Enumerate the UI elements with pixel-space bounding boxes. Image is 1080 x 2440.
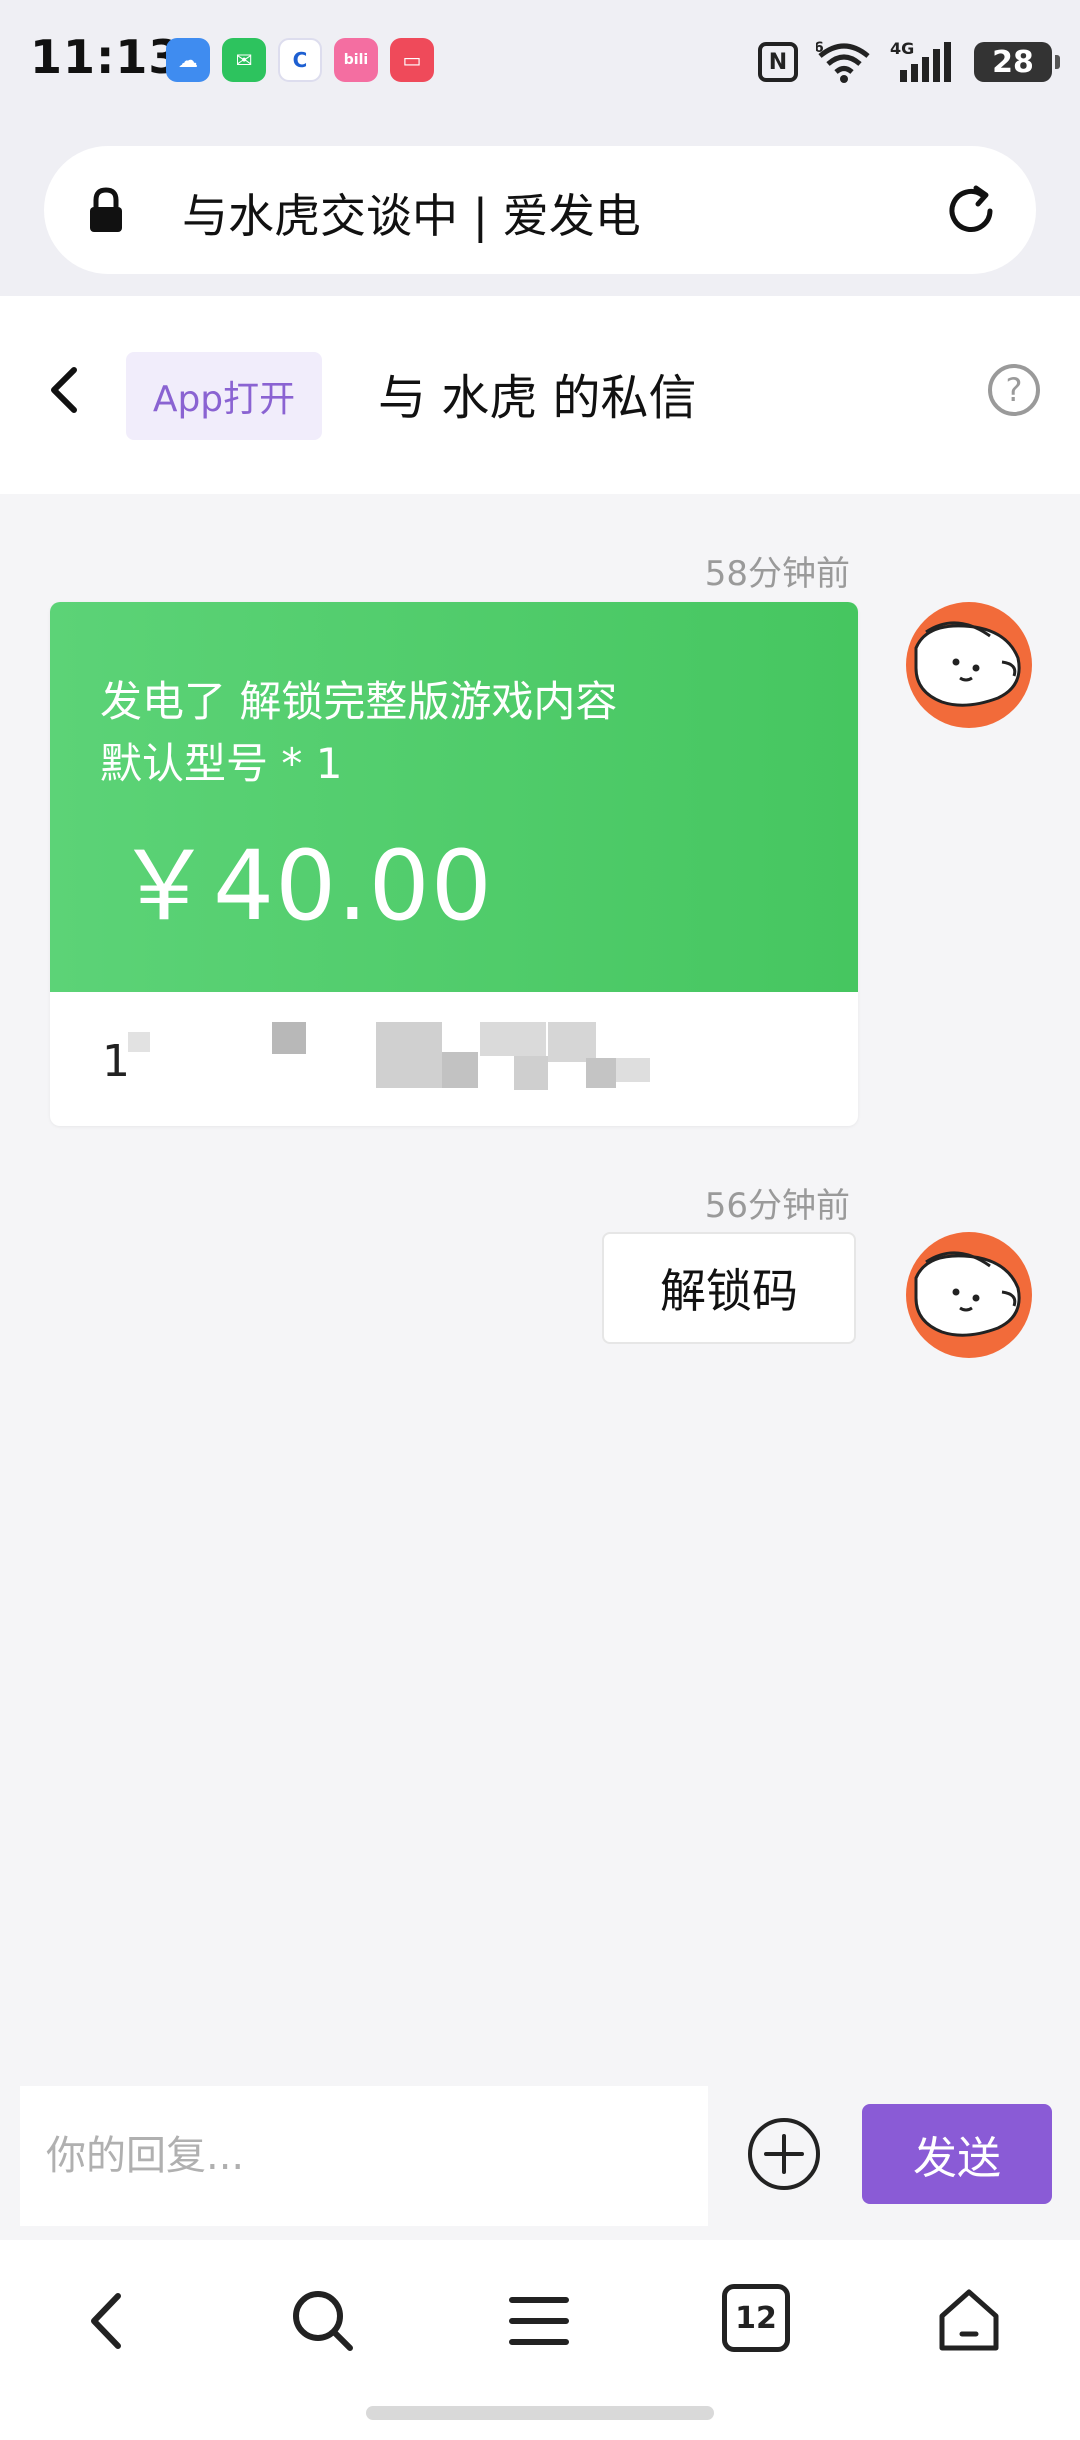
lock-icon: [90, 187, 122, 232]
nfc-icon: N: [758, 42, 798, 82]
browser-app-icon: C: [278, 38, 322, 82]
wifi-badge: 6: [816, 40, 824, 56]
book-app-icon: ▭: [390, 38, 434, 82]
weather-app-icon: ☁: [166, 38, 210, 82]
add-attachment-icon[interactable]: [746, 2116, 822, 2192]
order-price: ￥40.00: [116, 830, 493, 942]
status-bar: 11:13 ☁ ✉ C bili ▭ N 6 4G 28: [0, 0, 1080, 130]
avatar-face-icon: [914, 621, 1021, 707]
url-bar[interactable]: 与水虎交谈中 | 爱发电: [44, 146, 1036, 274]
browser-url-area: 与水虎交谈中 | 爱发电: [0, 130, 1080, 296]
tabs-count-button[interactable]: 12: [722, 2284, 790, 2352]
order-code-prefix: 1: [102, 1036, 130, 1087]
wechat-app-icon: ✉: [222, 38, 266, 82]
avatar[interactable]: [906, 1232, 1032, 1358]
order-summary: 发电了 解锁完整版游戏内容 默认型号 * 1 ￥40.00: [50, 602, 858, 992]
network-label: 4G: [890, 40, 914, 58]
avatar[interactable]: [906, 602, 1032, 728]
message-timestamp: 58分钟前: [704, 554, 850, 594]
help-icon[interactable]: ?: [986, 362, 1042, 418]
page-header: App打开 与 水虎 的私信 ?: [0, 296, 1080, 494]
search-icon[interactable]: [286, 2284, 360, 2358]
status-time: 11:13: [30, 30, 182, 84]
menu-icon[interactable]: [502, 2284, 576, 2358]
order-description: 发电了 解锁完整版游戏内容: [100, 677, 618, 726]
url-title: 与水虎交谈中 | 爱发电: [182, 189, 641, 243]
home-icon[interactable]: [932, 2284, 1006, 2358]
page-title: 与 水虎 的私信: [378, 370, 697, 426]
send-button[interactable]: 发送: [862, 2104, 1052, 2204]
avatar-face-icon: [914, 1251, 1021, 1337]
back-arrow-icon[interactable]: [40, 362, 90, 418]
message-bubble[interactable]: 解锁码: [602, 1232, 856, 1344]
cellular-signal-icon: 4G: [890, 40, 951, 82]
nav-back-icon[interactable]: [72, 2284, 146, 2358]
order-card[interactable]: 发电了 解锁完整版游戏内容 默认型号 * 1 ￥40.00 1: [50, 602, 858, 1126]
order-quantity: 默认型号 * 1: [100, 739, 343, 788]
app-open-button[interactable]: App打开: [126, 352, 322, 440]
reload-icon[interactable]: [942, 182, 1000, 240]
reply-input[interactable]: [20, 2086, 708, 2226]
home-indicator[interactable]: [366, 2406, 714, 2420]
order-code-row: 1: [50, 992, 858, 1126]
svg-text:?: ?: [1006, 371, 1023, 409]
message-timestamp: 56分钟前: [704, 1186, 850, 1226]
reply-bar: 发送: [0, 2074, 1080, 2240]
battery-indicator: 28: [974, 42, 1060, 82]
wifi-icon: 6: [816, 40, 870, 83]
bilibili-app-icon: bili: [334, 38, 378, 82]
